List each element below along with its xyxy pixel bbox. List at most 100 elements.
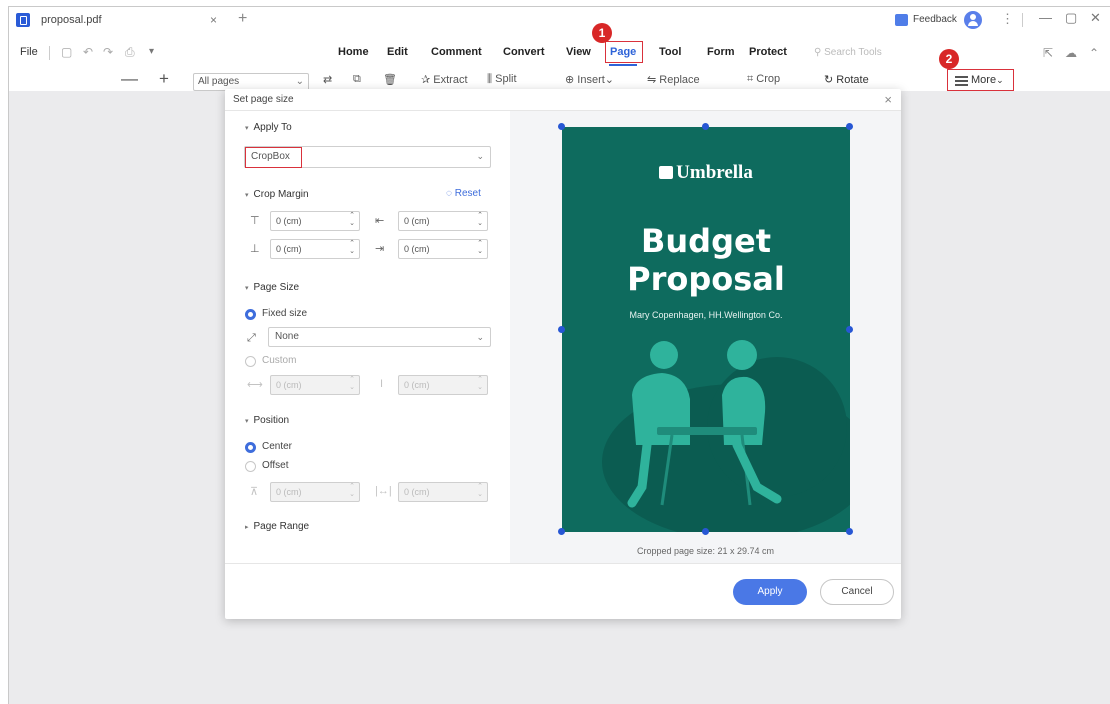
extract-button[interactable]: ✰ Extract — [421, 73, 468, 86]
rotate-button[interactable]: ↻ Rotate — [824, 73, 869, 86]
menu-view[interactable]: View — [566, 46, 591, 58]
cropped-size-label: Cropped page size: 21 x 29.74 cm — [636, 546, 775, 556]
crop-handle[interactable] — [702, 123, 709, 130]
center-radio[interactable] — [245, 442, 256, 453]
menu-home[interactable]: Home — [338, 46, 369, 58]
rotate-icon: ↻ — [824, 74, 837, 86]
menu-convert[interactable]: Convert — [503, 46, 545, 58]
split-button[interactable]: ⫼ Split — [487, 73, 517, 86]
menu-form[interactable]: Form — [707, 46, 735, 58]
title-bar: proposal.pdf × + Feedback ⋮ — ▢ ✕ — [9, 7, 1110, 41]
undo-icon[interactable]: ↶ — [83, 45, 93, 59]
app-logo-icon — [16, 13, 30, 27]
crop-handle[interactable] — [558, 326, 565, 333]
cancel-button[interactable]: Cancel — [820, 579, 894, 605]
cloud-icon[interactable]: ☁ — [1065, 46, 1077, 60]
zoom-in-button[interactable]: + — [159, 69, 169, 89]
dialog-header: Set page size × — [225, 89, 901, 111]
minimize-button[interactable]: — — [1039, 10, 1052, 25]
quick-access-dropdown-icon[interactable]: ▾ — [149, 46, 154, 57]
close-window-button[interactable]: ✕ — [1090, 10, 1101, 26]
insert-button[interactable]: ⊕ Insert⌄ — [565, 73, 614, 86]
apply-to-section[interactable]: ▾ Apply To — [245, 122, 292, 133]
page-tool-icon[interactable]: ⧉ — [353, 73, 361, 86]
offset-label: Offset — [262, 460, 289, 471]
crop-icon: ⌗ — [747, 73, 757, 85]
tab-title[interactable]: proposal.pdf — [41, 14, 102, 26]
preview-pane: Umbrella Budget Proposal Mary Copenhagen… — [510, 111, 901, 563]
more-options-icon[interactable]: ⋮ — [1001, 11, 1014, 27]
menu-tool[interactable]: Tool — [659, 46, 681, 58]
user-avatar[interactable] — [964, 11, 982, 29]
zoom-out-button[interactable]: — — [121, 69, 138, 89]
margin-left-icon: ⇤ — [375, 215, 385, 227]
app-window: proposal.pdf × + Feedback ⋮ — ▢ ✕ File ▢… — [8, 6, 1110, 704]
dialog-title: Set page size — [233, 94, 294, 105]
fixed-size-select[interactable]: None ⌄ — [268, 327, 491, 347]
custom-width-input[interactable]: 0 (cm) ⌃ ⌄ — [270, 375, 360, 395]
preview-illustration — [602, 340, 850, 532]
apply-button[interactable]: Apply — [733, 579, 807, 605]
print-icon[interactable]: ⎙ — [125, 45, 135, 60]
margin-right-icon: ⇥ — [375, 243, 385, 255]
menu-edit[interactable]: Edit — [387, 46, 408, 58]
share-icon[interactable]: ⇱ — [1043, 46, 1053, 60]
extract-icon: ✰ — [421, 74, 434, 86]
tab-close-icon[interactable]: × — [210, 13, 217, 27]
menu-comment[interactable]: Comment — [431, 46, 482, 58]
feedback-button[interactable]: Feedback — [913, 14, 957, 25]
fixed-size-radio[interactable] — [245, 309, 256, 320]
delete-page-icon[interactable]: 🗑 — [383, 73, 397, 86]
chevron-down-icon: ⌄ — [476, 151, 484, 161]
file-menu[interactable]: File — [20, 46, 38, 58]
margin-bottom-input[interactable]: 0 (cm) ⌃ ⌄ — [270, 239, 360, 259]
new-tab-icon[interactable]: + — [238, 10, 247, 28]
reset-button[interactable]: ◌ Reset — [446, 188, 481, 199]
chevron-down-icon: ⌄ — [295, 76, 304, 87]
margin-right-input[interactable]: 0 (cm) ⌃ ⌄ — [398, 239, 488, 259]
custom-size-label: Custom — [262, 355, 297, 366]
fixed-size-label: Fixed size — [262, 308, 308, 319]
offset-radio[interactable] — [245, 461, 256, 472]
collapse-ribbon-icon[interactable]: ⌃ — [1089, 46, 1099, 60]
active-menu-indicator — [609, 64, 637, 66]
feedback-icon[interactable] — [895, 14, 908, 26]
maximize-button[interactable]: ▢ — [1065, 10, 1077, 26]
offset-y-icon: |↔| — [375, 485, 392, 497]
page-size-section[interactable]: ▾ Page Size — [245, 282, 299, 293]
crop-handle[interactable] — [846, 528, 853, 535]
crop-handle[interactable] — [846, 123, 853, 130]
divider — [1022, 13, 1023, 27]
search-tools-input[interactable]: ⚲ Search Tools — [814, 47, 882, 58]
replace-icon: ⇋ — [647, 74, 660, 86]
margin-top-icon: ⊤ — [250, 215, 260, 227]
crop-handle[interactable] — [702, 528, 709, 535]
position-section[interactable]: ▾ Position — [245, 415, 289, 426]
crop-button[interactable]: ⌗ Crop — [747, 73, 780, 86]
divider — [49, 46, 50, 60]
custom-size-radio[interactable] — [245, 356, 256, 367]
dialog-close-icon[interactable]: × — [884, 92, 892, 107]
set-page-size-dialog: Set page size × ▾ Apply To CropBox ⌄ ▾ Cro… — [225, 89, 901, 619]
more-button-highlight — [947, 69, 1014, 91]
dialog-footer: Apply Cancel — [225, 563, 901, 619]
step-badge-1: 1 — [592, 23, 612, 43]
offset-x-input[interactable]: 0 (cm) ⌃ ⌄ — [270, 482, 360, 502]
reset-icon: ◌ — [446, 188, 455, 199]
margin-top-input[interactable]: 0 (cm) ⌃ ⌄ — [270, 211, 360, 231]
offset-y-input[interactable]: 0 (cm) ⌃ ⌄ — [398, 482, 488, 502]
replace-button[interactable]: ⇋ Replace — [647, 73, 700, 86]
cropbox-highlight — [245, 147, 302, 168]
crop-handle[interactable] — [558, 528, 565, 535]
crop-handle[interactable] — [846, 326, 853, 333]
redo-icon[interactable]: ↷ — [103, 45, 113, 59]
custom-height-input[interactable]: 0 (cm) ⌃ ⌄ — [398, 375, 488, 395]
margin-left-input[interactable]: 0 (cm) ⌃ ⌄ — [398, 211, 488, 231]
page-range-section[interactable]: ▸ Page Range — [245, 521, 309, 532]
height-icon: I — [380, 378, 384, 390]
crop-handle[interactable] — [558, 123, 565, 130]
crop-margin-section[interactable]: ▾ Crop Margin — [245, 189, 309, 200]
save-icon[interactable]: ▢ — [61, 45, 72, 59]
page-tool-icon[interactable]: ⇄ — [323, 73, 332, 86]
menu-protect[interactable]: Protect — [749, 46, 787, 58]
